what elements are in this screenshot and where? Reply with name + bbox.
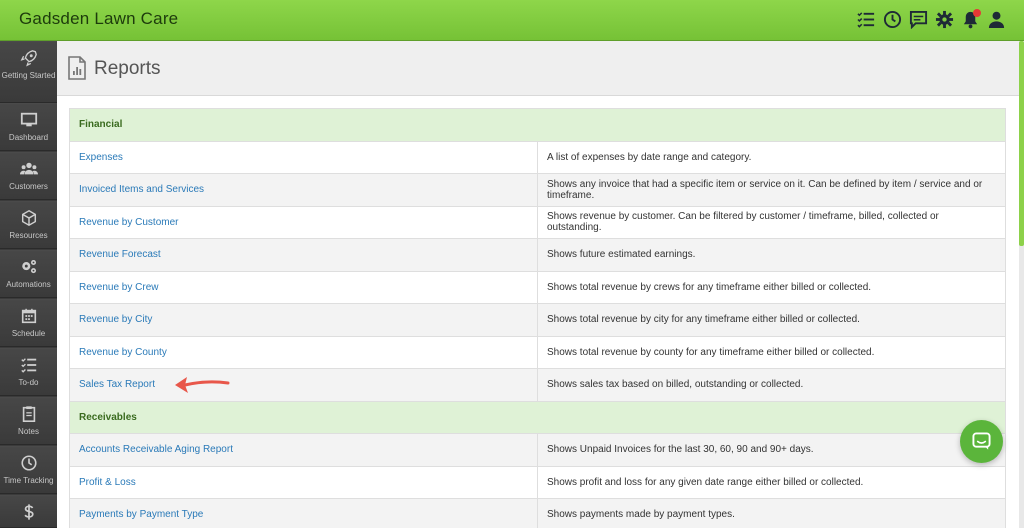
sidebar-item-time-tracking[interactable]: Time Tracking <box>0 446 57 494</box>
top-bar: Gadsden Lawn Care <box>0 0 1024 41</box>
calendar-icon <box>21 308 36 324</box>
table-row: Payments by Payment Type Shows payments … <box>69 498 1006 528</box>
reports-table: Financial Expenses A list of expenses by… <box>69 108 1006 528</box>
app-title: Gadsden Lawn Care <box>19 9 179 28</box>
section-header-receivables: Receivables <box>69 400 1006 434</box>
table-row: Invoiced Items and Services Shows any in… <box>69 173 1006 207</box>
report-description: Shows any invoice that had a specific it… <box>537 173 1006 207</box>
table-row: Revenue Forecast Shows future estimated … <box>69 238 1006 272</box>
sidebar-item-label: Getting Started <box>1 71 56 80</box>
users-icon <box>19 162 38 175</box>
report-link[interactable]: Revenue by County <box>79 347 167 358</box>
report-description: Shows payments made by payment types. <box>537 498 1006 528</box>
section-title: Receivables <box>69 400 1006 434</box>
section-header-financial: Financial <box>69 108 1006 142</box>
report-file-icon <box>68 56 86 80</box>
clock-icon <box>20 455 37 471</box>
report-link[interactable]: Payments by Payment Type <box>79 509 203 520</box>
sidebar-item-resources[interactable]: Resources <box>0 201 57 249</box>
report-description: Shows total revenue by city for any time… <box>537 303 1006 337</box>
sidebar-item-label: Automations <box>6 280 51 289</box>
report-link[interactable]: Accounts Receivable Aging Report <box>79 444 233 455</box>
sidebar-item-label: Notes <box>18 427 39 436</box>
report-link[interactable]: Revenue by City <box>79 314 152 325</box>
sidebar-item-label: Dashboard <box>8 133 49 142</box>
checklist-icon <box>20 358 36 373</box>
report-link[interactable]: Profit & Loss <box>79 477 136 488</box>
gear-icon[interactable] <box>935 10 954 29</box>
sidebar-item-label: Customers <box>9 182 48 191</box>
report-link[interactable]: Invoiced Items and Services <box>79 184 204 195</box>
table-row: Accounts Receivable Aging Report Shows U… <box>69 433 1006 467</box>
sidebar-item-automations[interactable]: Automations <box>0 250 57 298</box>
section-title: Financial <box>69 108 1006 142</box>
notification-dot <box>973 9 981 17</box>
table-row: Revenue by Crew Shows total revenue by c… <box>69 270 1006 304</box>
report-link[interactable]: Sales Tax Report <box>79 379 155 390</box>
chat-icon[interactable] <box>909 10 928 29</box>
box-icon <box>21 209 36 227</box>
rocket-icon <box>20 50 37 67</box>
gears-icon <box>21 259 36 274</box>
report-description: Shows future estimated earnings. <box>537 238 1006 272</box>
clipboard-icon <box>22 406 35 423</box>
chat-bubble-icon <box>972 432 991 450</box>
dollar-icon <box>23 504 34 520</box>
clock-icon[interactable] <box>883 10 902 29</box>
page-header: Reports <box>57 41 1019 96</box>
sidebar-item-notes[interactable]: Notes <box>0 397 57 445</box>
report-link[interactable]: Revenue Forecast <box>79 249 161 260</box>
notifications[interactable] <box>961 9 981 29</box>
report-description: A list of expenses by date range and cat… <box>537 140 1006 174</box>
sidebar: Getting Started Dashboard Customers Reso… <box>0 41 57 528</box>
report-link[interactable]: Expenses <box>79 152 123 163</box>
report-description: Shows sales tax based on billed, outstan… <box>537 368 1006 402</box>
table-row: Revenue by City Shows total revenue by c… <box>69 303 1006 337</box>
scrollbar-thumb[interactable] <box>1019 41 1024 246</box>
report-description: Shows profit and loss for any given date… <box>537 465 1006 499</box>
chat-widget-button[interactable] <box>960 420 1003 463</box>
table-row: Profit & Loss Shows profit and loss for … <box>69 465 1006 499</box>
report-description: Shows total revenue by crews for any tim… <box>537 270 1006 304</box>
checklist-icon[interactable] <box>857 10 876 29</box>
report-link[interactable]: Revenue by Customer <box>79 217 179 228</box>
sidebar-item-getting-started[interactable]: Getting Started <box>0 41 57 103</box>
table-row: Expenses A list of expenses by date rang… <box>69 140 1006 174</box>
page-title: Reports <box>94 58 161 79</box>
report-link[interactable]: Revenue by Crew <box>79 282 158 293</box>
sidebar-item-schedule[interactable]: Schedule <box>0 299 57 347</box>
sidebar-item-dashboard[interactable]: Dashboard <box>0 103 57 151</box>
report-description: Shows revenue by customer. Can be filter… <box>537 205 1006 239</box>
table-row: Revenue by Customer Shows revenue by cus… <box>69 205 1006 239</box>
annotation-arrow <box>175 377 230 393</box>
sidebar-item-billing[interactable] <box>0 495 57 528</box>
sidebar-item-customers[interactable]: Customers <box>0 152 57 200</box>
top-icons <box>857 9 1006 29</box>
sidebar-item-label: Schedule <box>11 329 46 338</box>
report-description: Shows total revenue by county for any ti… <box>537 335 1006 369</box>
report-description: Shows Unpaid Invoices for the last 30, 6… <box>537 433 1006 467</box>
table-row: Revenue by County Shows total revenue by… <box>69 335 1006 369</box>
monitor-icon <box>20 112 37 127</box>
sidebar-item-label: To-do <box>18 378 39 387</box>
main-content: Reports Financial Expenses A list of exp… <box>57 41 1019 528</box>
sidebar-item-label: Time Tracking <box>3 476 54 485</box>
sidebar-item-to-do[interactable]: To-do <box>0 348 57 396</box>
sidebar-item-label: Resources <box>9 231 48 240</box>
user-icon[interactable] <box>987 10 1006 29</box>
